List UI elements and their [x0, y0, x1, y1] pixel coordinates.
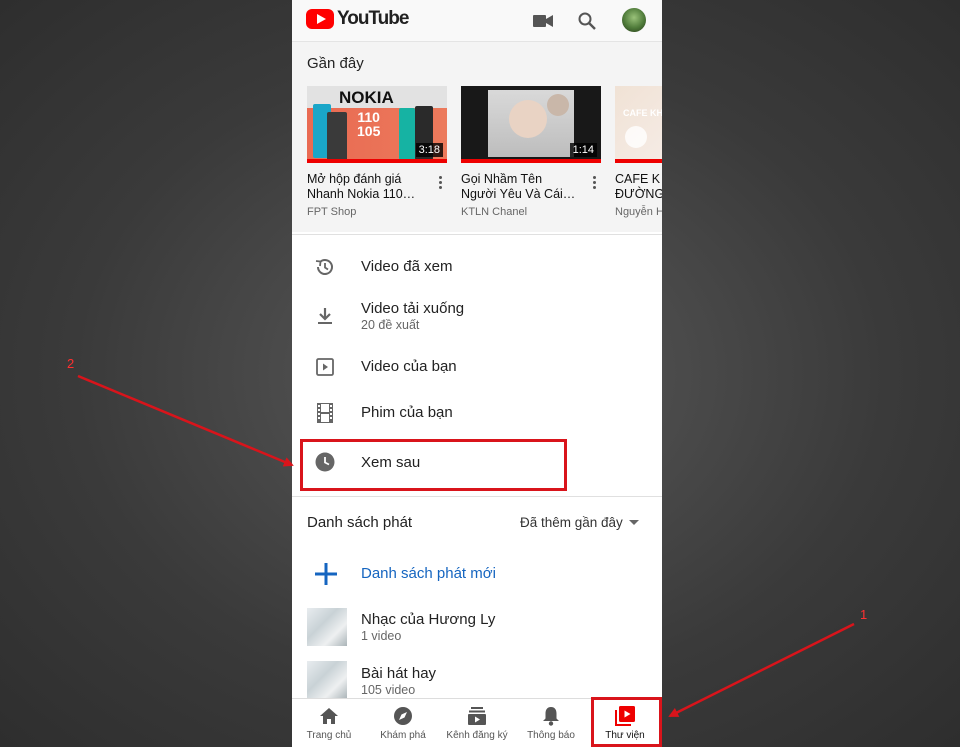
video-channel: FPT Shop [307, 206, 357, 218]
nav-label: Khám phá [380, 730, 426, 741]
plus-icon[interactable] [314, 562, 338, 586]
playlist-name[interactable]: Nhạc của Hương Ly [361, 611, 495, 628]
more-vert-icon[interactable] [593, 176, 597, 190]
sort-dropdown[interactable]: Đã thêm gần đây [520, 515, 623, 530]
video-title: Gọi Nhầm Tên Người Yêu Và Cái… [461, 172, 576, 201]
dropdown-caret-icon[interactable] [629, 520, 639, 525]
watch-progress-bar [461, 159, 601, 163]
nav-label: Thông báo [527, 730, 575, 741]
video-duration: 1:14 [569, 143, 597, 157]
play-box-icon [314, 356, 336, 378]
account-avatar[interactable] [622, 8, 646, 32]
nav-explore[interactable]: Khám phá [366, 699, 440, 747]
nav-notifications[interactable]: Thông báo [514, 699, 588, 747]
video-thumbnail[interactable]: NOKIA 110 105 3:18 [307, 86, 447, 163]
history-icon [314, 256, 336, 278]
playlist-count: 1 video [361, 629, 402, 643]
video-thumbnail[interactable]: 1:14 [461, 86, 601, 163]
more-vert-icon[interactable] [439, 176, 443, 190]
playlists-title: Danh sách phát [307, 514, 413, 531]
history-label: Video đã xem [361, 258, 453, 275]
subscriptions-icon [467, 706, 487, 726]
annotation-number-2: 2 [67, 356, 75, 371]
playlist-thumbnail[interactable] [307, 608, 347, 646]
recent-video-card[interactable]: 1:14 Gọi Nhầm Tên Người Yêu Và Cái… KTLN… [461, 86, 601, 218]
video-title: CAFE K ĐƯỜNG [615, 172, 662, 201]
playlist-thumbnail[interactable] [307, 661, 347, 699]
annotation-arrow-1 [668, 622, 855, 718]
recent-video-card[interactable]: NOKIA 110 105 3:18 Mở hộp đánh giá Nhanh… [307, 86, 447, 218]
thumb-text: NOKIA [339, 88, 394, 107]
downloads-sub: 20 đề xuất [361, 318, 420, 332]
video-duration: 3:18 [415, 143, 443, 157]
film-icon [314, 402, 336, 424]
downloads-item[interactable]: Video tải xuống 20 đề xuất [292, 295, 662, 341]
nav-subscriptions[interactable]: Kênh đăng ký [440, 699, 514, 747]
thumb-text: CAFE KHONG [623, 108, 662, 118]
playlist-name[interactable]: Bài hát hay [361, 665, 436, 682]
nav-label: Kênh đăng ký [446, 730, 508, 741]
watch-progress-bar [615, 159, 662, 163]
camera-icon[interactable] [530, 8, 556, 34]
annotation-box-library [591, 697, 662, 747]
home-icon [319, 706, 339, 726]
divider [292, 234, 662, 235]
your-movies-label: Phim của bạn [361, 404, 453, 421]
download-icon [314, 305, 336, 327]
nav-label: Trang chủ [306, 730, 352, 741]
annotation-arrow-2 [77, 374, 294, 467]
divider [292, 496, 662, 497]
video-channel: Nguyễn H [615, 206, 662, 218]
your-videos-label: Video của bạn [361, 358, 457, 375]
video-title: Mở hộp đánh giá Nhanh Nokia 110… [307, 172, 416, 201]
youtube-logo[interactable]: YouTube [306, 8, 409, 30]
video-channel: KTLN Chanel [461, 206, 528, 218]
watch-progress-bar [307, 159, 447, 163]
phone-screen: YouTube Gần đây NOKIA 110 105 3:18 Mở hộ… [292, 0, 662, 747]
playlist-count: 105 video [361, 683, 416, 697]
recent-video-card[interactable]: CAFE KHONG CAFE K ĐƯỜNG Nguyễn H [615, 86, 662, 218]
bell-icon [541, 706, 561, 726]
annotation-box-watch-later [300, 439, 567, 491]
thumb-text-2: 110 105 [357, 109, 381, 139]
history-item[interactable]: Video đã xem [292, 246, 662, 286]
nav-home[interactable]: Trang chủ [292, 699, 366, 747]
annotation-number-1: 1 [860, 607, 868, 622]
downloads-label: Video tải xuống [361, 300, 465, 317]
new-playlist-button[interactable]: Danh sách phát mới [361, 565, 496, 582]
youtube-logo-icon [306, 9, 334, 29]
explore-icon [393, 706, 413, 726]
search-icon[interactable] [574, 8, 600, 34]
your-videos-item[interactable]: Video của bạn [292, 346, 662, 386]
logo-text: YouTube [337, 8, 409, 29]
top-app-bar: YouTube [292, 0, 662, 42]
video-thumbnail[interactable]: CAFE KHONG [615, 86, 662, 163]
your-movies-item[interactable]: Phim của bạn [292, 392, 662, 432]
recent-title: Gần đây [307, 55, 364, 72]
